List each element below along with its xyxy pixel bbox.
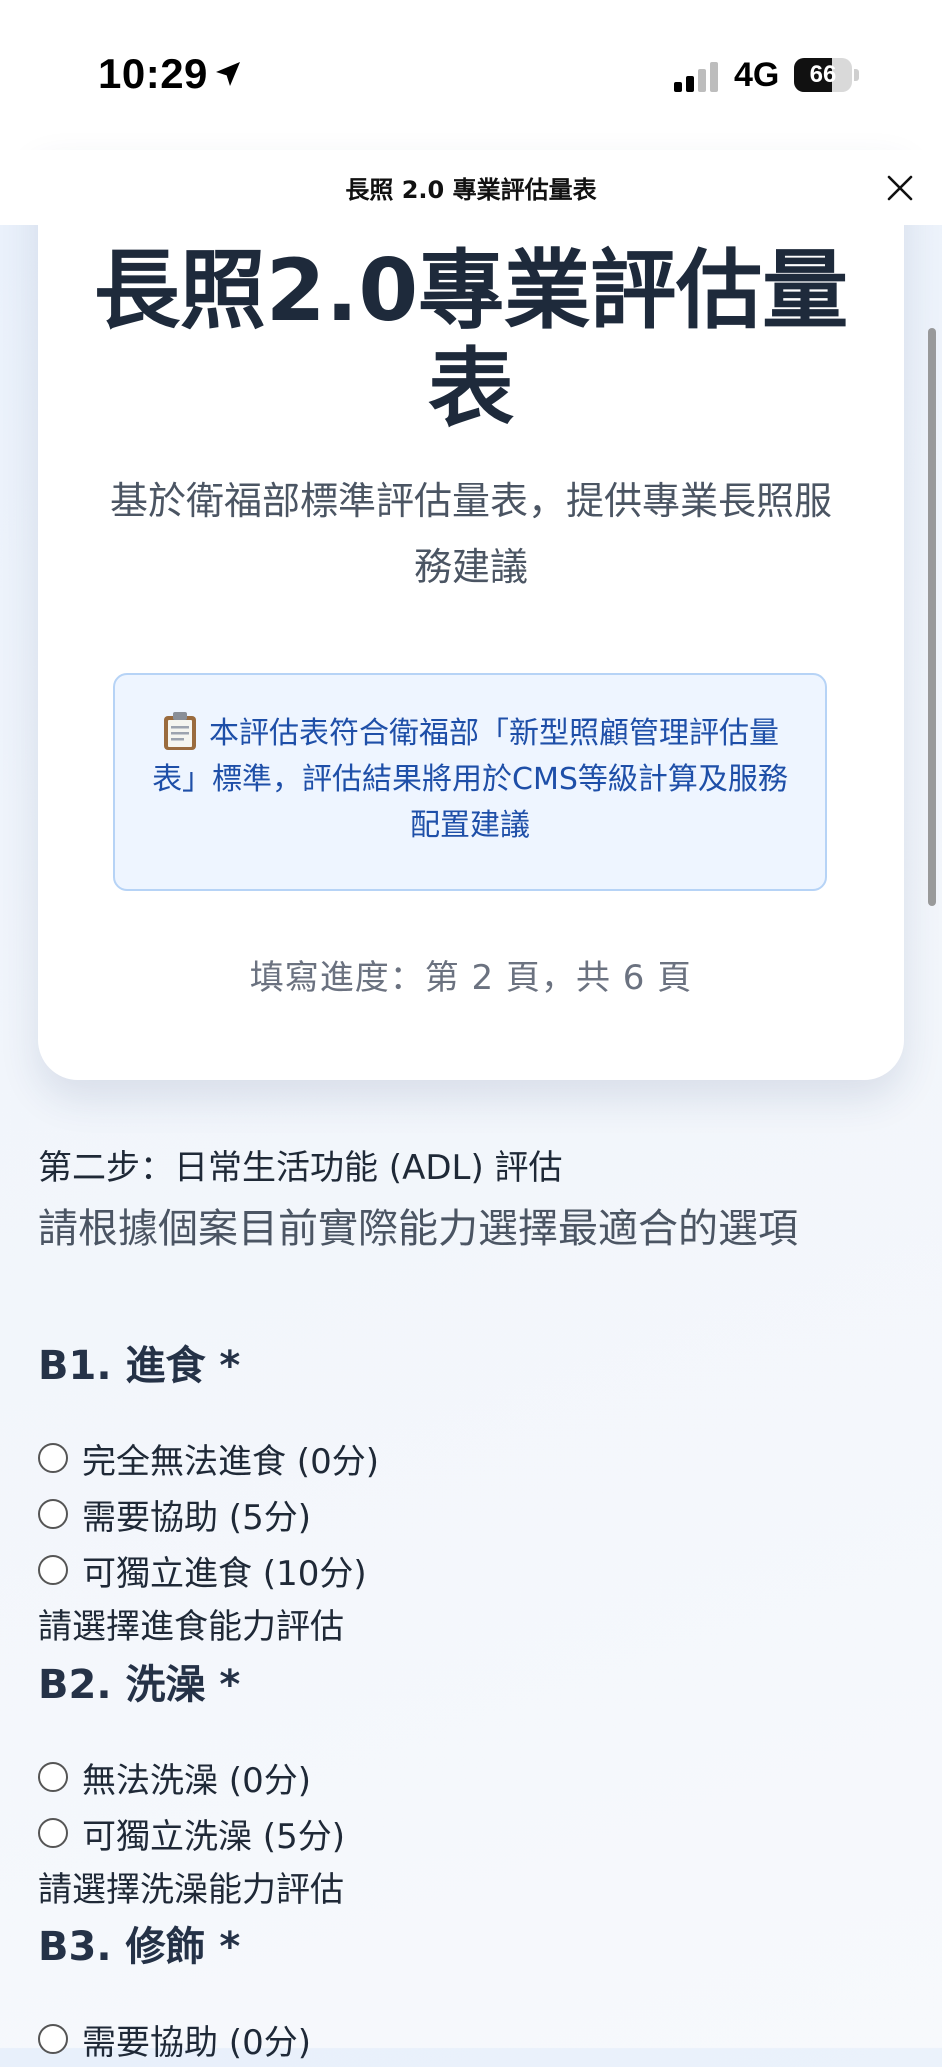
nav-title: 長照 2.0 專業評估量表: [345, 176, 597, 204]
question-b2-bathing: B2. 洗澡 * 無法洗澡 (0分) 可獨立洗澡 (5分) 請選擇洗澡能力評估: [38, 1655, 898, 1919]
nav-header: 長照 2.0 專業評估量表: [0, 150, 942, 225]
question-hint: 請選擇進食能力評估: [38, 1607, 344, 1647]
hero-title: 長照2.0專業評估量表: [93, 241, 849, 439]
radio-option[interactable]: 可獨立進食 (10分): [38, 1542, 898, 1598]
radio-option[interactable]: 可獨立洗澡 (5分): [38, 1805, 898, 1861]
radio-button[interactable]: [38, 1443, 68, 1473]
radio-button[interactable]: [38, 1818, 68, 1848]
location-arrow-icon: [216, 62, 240, 86]
question-label: B1. 進食 *: [38, 1343, 241, 1389]
progress-indicator: 填寫進度：第 2 頁，共 6 頁: [249, 958, 693, 998]
radio-option[interactable]: 完全無法進食 (0分): [38, 1430, 898, 1486]
question-label: B3. 修飾 *: [38, 1924, 241, 1970]
radio-button[interactable]: [38, 2024, 68, 2054]
question-hint: 請選擇洗澡能力評估: [38, 1870, 344, 1910]
network-type-label: 4G: [734, 56, 780, 94]
radio-button[interactable]: [38, 1555, 68, 1585]
close-icon[interactable]: [878, 166, 922, 210]
option-label: 需要協助 (0分): [82, 2022, 311, 2063]
question-b3-grooming: B3. 修飾 * 需要協助 (0分): [38, 1917, 898, 2067]
radio-button[interactable]: [38, 1499, 68, 1529]
cellular-signal-icon: [674, 62, 718, 92]
question-label: B2. 洗澡 *: [38, 1662, 241, 1708]
option-label: 可獨立進食 (10分): [82, 1553, 367, 1594]
scrollbar[interactable]: [928, 328, 936, 906]
hero-card: 長照2.0專業評估量表 基於衛福部標準評估量表，提供專業長照服務建議 本評估表符…: [38, 150, 904, 1080]
option-label: 無法洗澡 (0分): [82, 1760, 311, 1801]
clipboard-icon: [164, 712, 196, 750]
radio-option[interactable]: 需要協助 (5分): [38, 1486, 898, 1542]
status-time: 10:29: [98, 50, 208, 97]
status-bar: 10:29 4G 66: [0, 0, 942, 150]
question-b1-eating: B1. 進食 * 完全無法進食 (0分) 需要協助 (5分) 可獨立進食 (10…: [38, 1336, 898, 1656]
hero-subtitle: 基於衛福部標準評估量表，提供專業長照服務建議: [109, 479, 832, 589]
info-notice: 本評估表符合衛福部「新型照顧管理評估量表」標準，評估結果將用於CMS等級計算及服…: [143, 711, 797, 849]
step-title: 第二步：日常生活功能 (ADL) 評估: [38, 1148, 563, 1188]
radio-option[interactable]: 需要協助 (0分): [38, 2011, 898, 2067]
battery-percent: 66: [809, 61, 837, 88]
info-notice-box: 本評估表符合衛福部「新型照顧管理評估量表」標準，評估結果將用於CMS等級計算及服…: [113, 673, 827, 891]
step-description: 請根據個案目前實際能力選擇最適合的選項: [38, 1206, 798, 1252]
radio-button[interactable]: [38, 1762, 68, 1792]
info-notice-text: 本評估表符合衛福部「新型照顧管理評估量表」標準，評估結果將用於CMS等級計算及服…: [152, 716, 788, 843]
radio-option[interactable]: 無法洗澡 (0分): [38, 1749, 898, 1805]
option-label: 可獨立洗澡 (5分): [82, 1816, 345, 1857]
option-label: 需要協助 (5分): [82, 1497, 311, 1538]
battery-icon: 66: [794, 58, 860, 92]
option-label: 完全無法進食 (0分): [82, 1441, 379, 1482]
